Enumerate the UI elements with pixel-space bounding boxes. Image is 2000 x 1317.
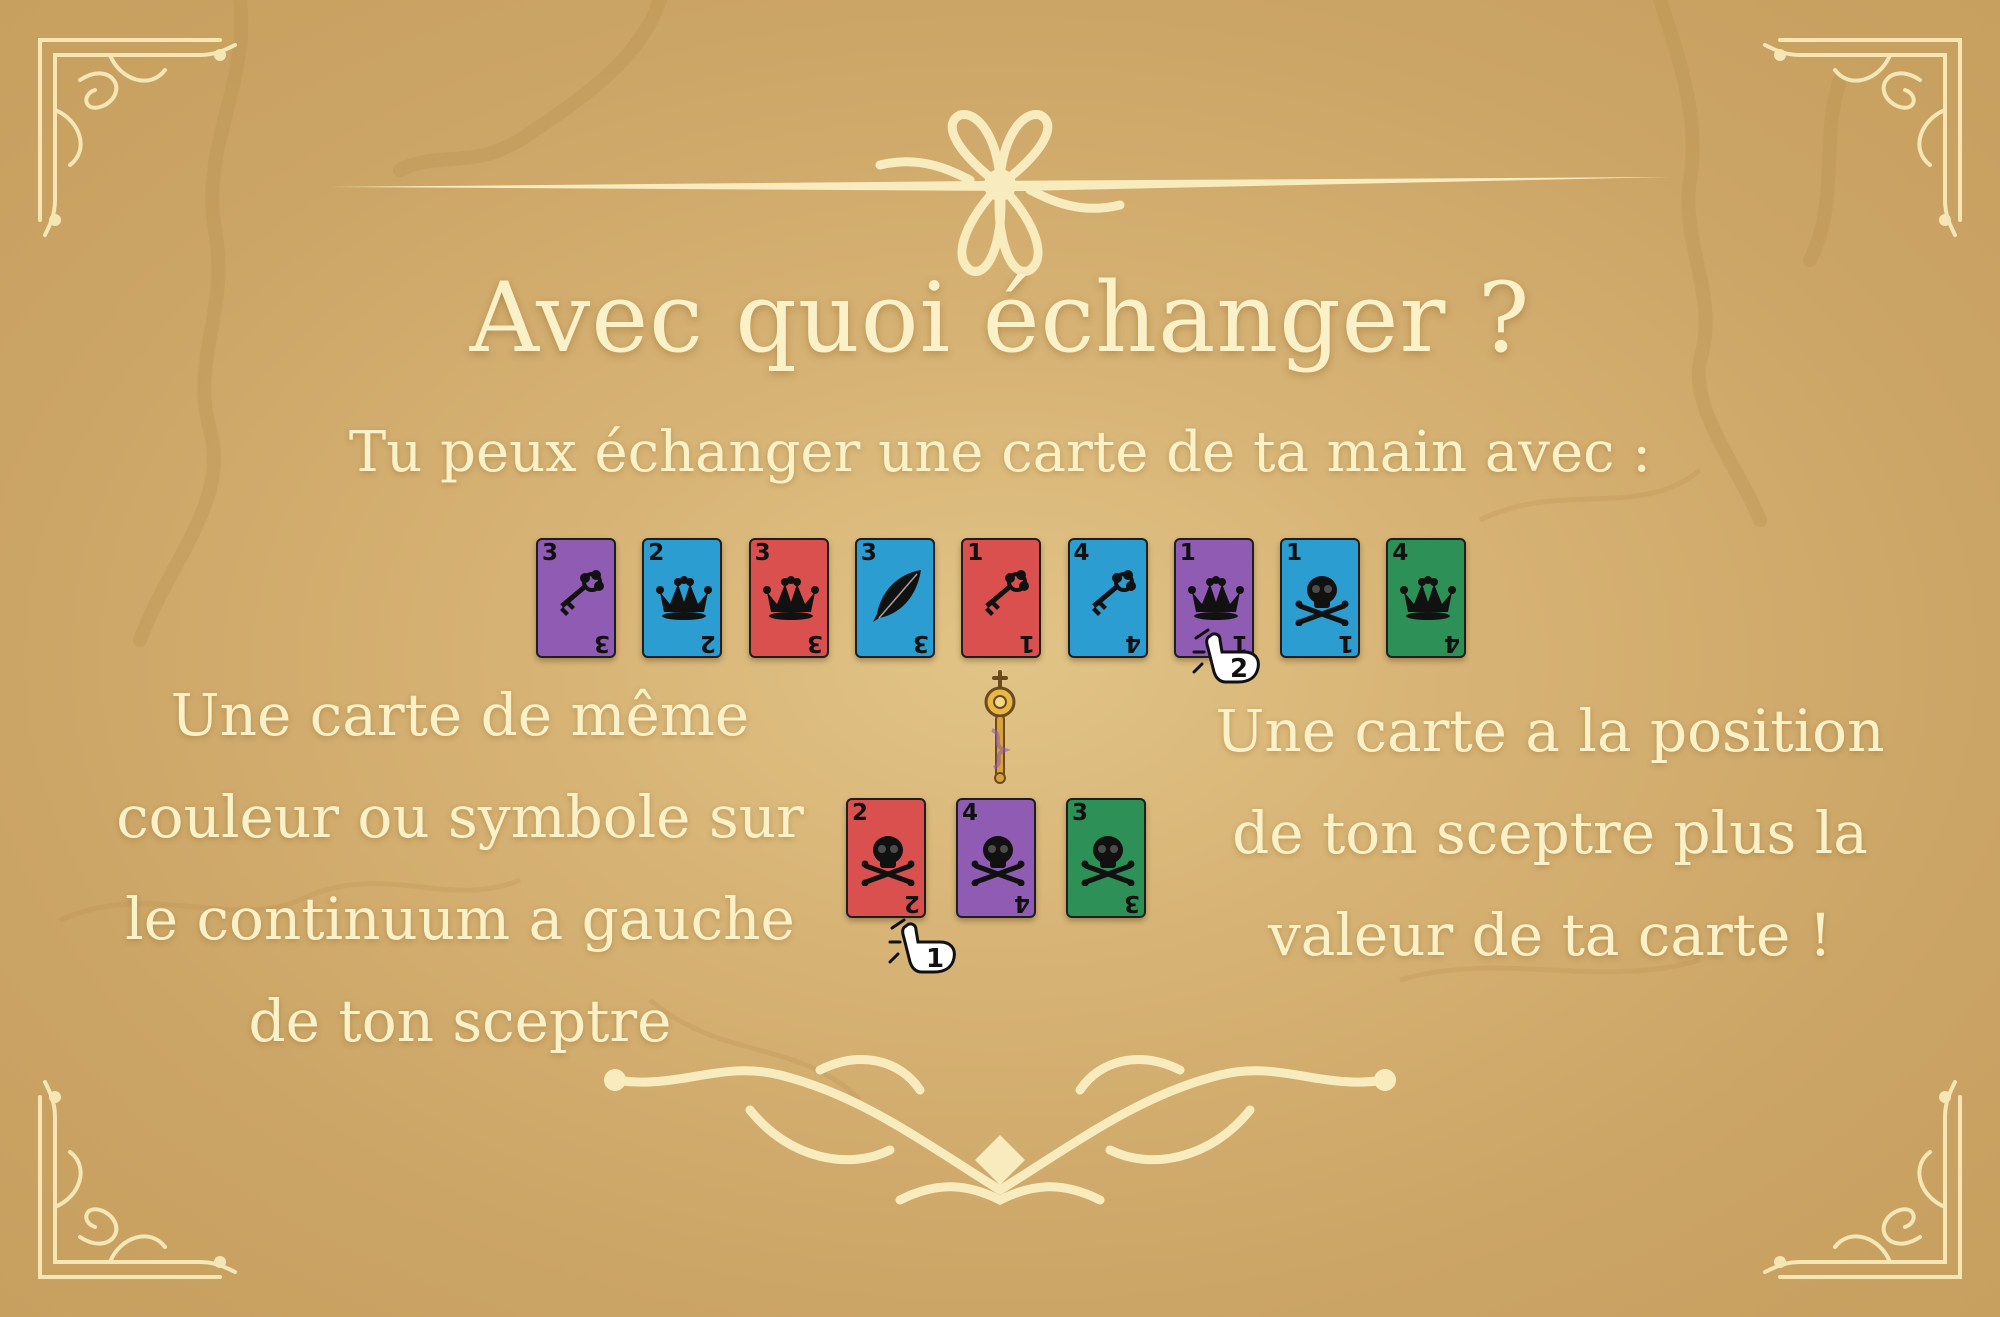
hand-card[interactable]: 44 (956, 798, 1036, 918)
left-rule-text: Une carte de même couleur ou symbole sur… (90, 664, 830, 1072)
card-value-top: 3 (754, 540, 771, 566)
corner-ornament-bottom-right (1763, 1080, 1962, 1279)
continuum-card[interactable]: 22 (642, 538, 723, 658)
card-value-top: 4 (962, 800, 979, 826)
hand-card[interactable]: 33 (1066, 798, 1146, 918)
pointer-hand-2: 2 (1192, 628, 1264, 686)
continuum-card[interactable]: 44 (1067, 538, 1148, 658)
bottom-flourish-ornament (604, 1055, 1396, 1206)
corner-ornament-top-right (1763, 38, 1962, 237)
card-value-bottom: 4 (1125, 630, 1142, 656)
right-rule-line: de ton sceptre plus la (1232, 799, 1868, 867)
card-value-bottom: 3 (593, 630, 610, 656)
key-icon (560, 570, 604, 616)
card-value-bottom: 3 (1123, 890, 1140, 916)
corner-ornament-bottom-left (38, 1080, 237, 1279)
card-value-top: 1 (1286, 540, 1303, 566)
card-value-bottom: 3 (806, 630, 823, 656)
continuum-card[interactable]: 11 (961, 538, 1042, 658)
card-value-top: 3 (860, 540, 877, 566)
continuum-card[interactable]: 11 (1280, 538, 1361, 658)
key-icon (985, 570, 1030, 616)
top-divider-ornament (330, 110, 1670, 276)
page-subtitle: Tu peux échanger une carte de ta main av… (348, 420, 1652, 485)
card-value-bottom: 4 (1013, 890, 1030, 916)
card-value-top: 2 (648, 540, 665, 566)
continuum-card[interactable]: 44 (1386, 538, 1467, 658)
crown-icon (762, 576, 819, 620)
sceptre-icon (984, 670, 1016, 784)
crown-icon (1187, 576, 1244, 620)
key-icon (1091, 570, 1136, 616)
skull-icon (1295, 576, 1349, 626)
card-value-bottom: 2 (903, 890, 920, 916)
card-value-top: 3 (542, 540, 559, 566)
card-value-top: 2 (852, 800, 869, 826)
card-value-top: 1 (1179, 540, 1196, 566)
pointer-hand-icon: 2 (1192, 628, 1260, 684)
crown-icon (656, 576, 713, 620)
card-value-bottom: 2 (700, 630, 717, 656)
pointer-number: 1 (926, 944, 944, 974)
continuum-card[interactable]: 33 (854, 538, 935, 658)
corner-ornament-top-left (38, 38, 237, 237)
continuum-card[interactable]: 33 (536, 538, 616, 658)
card-value-bottom: 1 (1019, 630, 1036, 656)
left-rule-line: de ton sceptre (248, 987, 672, 1055)
card-value-top: 1 (967, 540, 984, 566)
skull-icon (1081, 836, 1135, 886)
left-rule-line: Une carte de même (170, 681, 750, 749)
right-rule-text: Une carte a la position de ton sceptre p… (1185, 680, 1915, 986)
skull-icon (971, 836, 1025, 886)
card-value-bottom: 1 (1338, 630, 1355, 656)
card-value-top: 4 (1392, 540, 1409, 566)
feather-icon (872, 570, 921, 622)
pointer-hand-1: 1 (888, 918, 960, 976)
hand-card[interactable]: 22 (846, 798, 926, 918)
left-rule-line: le continuum a gauche (125, 885, 795, 953)
right-rule-line: valeur de ta carte ! (1267, 901, 1833, 969)
card-value-bottom: 3 (912, 630, 929, 656)
left-rule-line: couleur ou symbole sur (116, 783, 804, 851)
pointer-number: 2 (1230, 654, 1248, 684)
continuum-card[interactable]: 33 (748, 538, 829, 658)
right-rule-line: Une carte a la position (1215, 697, 1885, 765)
pointer-hand-icon: 1 (888, 918, 956, 974)
card-value-bottom: 4 (1444, 630, 1461, 656)
crown-icon (1400, 576, 1457, 620)
card-value-top: 3 (1072, 800, 1089, 826)
skull-icon (861, 836, 915, 886)
card-value-top: 4 (1073, 540, 1090, 566)
page-title: Avec quoi échanger ? (469, 262, 1531, 374)
